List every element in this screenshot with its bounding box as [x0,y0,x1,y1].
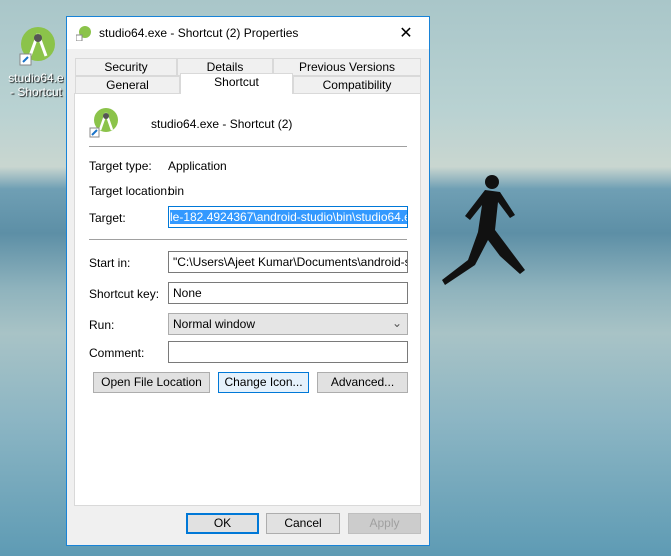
runner-silhouette [442,175,525,285]
properties-dialog: studio64.exe - Shortcut (2) Properties ✕… [66,16,430,546]
close-icon: ✕ [399,25,413,42]
chevron-down-icon: ⌄ [391,316,402,330]
cancel-button[interactable]: Cancel [266,513,340,534]
android-studio-icon [89,108,118,138]
target-input[interactable]: le-182.4924367\android-studio\bin\studio… [168,206,408,228]
desktop-icon-label: studio64.e [8,71,64,85]
open-file-location-button[interactable]: Open File Location [93,372,210,393]
target-location-value: bin [168,184,185,198]
apply-button[interactable]: Apply [348,513,421,534]
shortcut-panel: studio64.exe - Shortcut (2) Target type:… [74,93,421,506]
ok-button[interactable]: OK [186,513,259,534]
android-studio-icon [19,27,55,66]
run-select[interactable]: Normal window ⌄ [168,313,408,335]
shortcut-name: studio64.exe - Shortcut (2) [151,117,293,131]
desktop-icon-label-2: - Shortcut [9,85,63,99]
comment-label: Comment: [89,346,145,360]
tab-shortcut[interactable]: Shortcut [180,73,293,94]
target-label: Target: [89,211,126,225]
divider [89,239,407,240]
target-type-value: Application [168,159,227,173]
tab-compatibility[interactable]: Compatibility [293,76,421,94]
tab-general[interactable]: General [75,76,180,94]
tab-security[interactable]: Security [75,58,177,76]
target-location-label: Target location: [89,184,171,198]
run-value: Normal window [173,317,256,331]
divider [89,146,407,147]
start-in-label: Start in: [89,256,131,270]
target-value: le-182.4924367\android-studio\bin\studio… [170,210,407,224]
shortcut-key-label: Shortcut key: [89,287,160,301]
start-in-input[interactable]: "C:\Users\Ajeet Kumar\Documents\android-… [168,251,408,273]
title-bar[interactable]: studio64.exe - Shortcut (2) Properties ✕ [67,17,429,49]
advanced-button[interactable]: Advanced... [317,372,408,393]
app-icon [76,26,91,41]
run-label: Run: [89,318,115,332]
change-icon-button[interactable]: Change Icon... [218,372,309,393]
close-button[interactable]: ✕ [383,17,429,49]
tab-previous-versions[interactable]: Previous Versions [273,58,421,76]
shortcut-key-input[interactable]: None [168,282,408,304]
desktop-shortcut-icon[interactable]: studio64.e - Shortcut [8,24,68,99]
target-type-label: Target type: [89,159,152,173]
window-title: studio64.exe - Shortcut (2) Properties [99,26,299,40]
comment-input[interactable] [168,341,408,363]
